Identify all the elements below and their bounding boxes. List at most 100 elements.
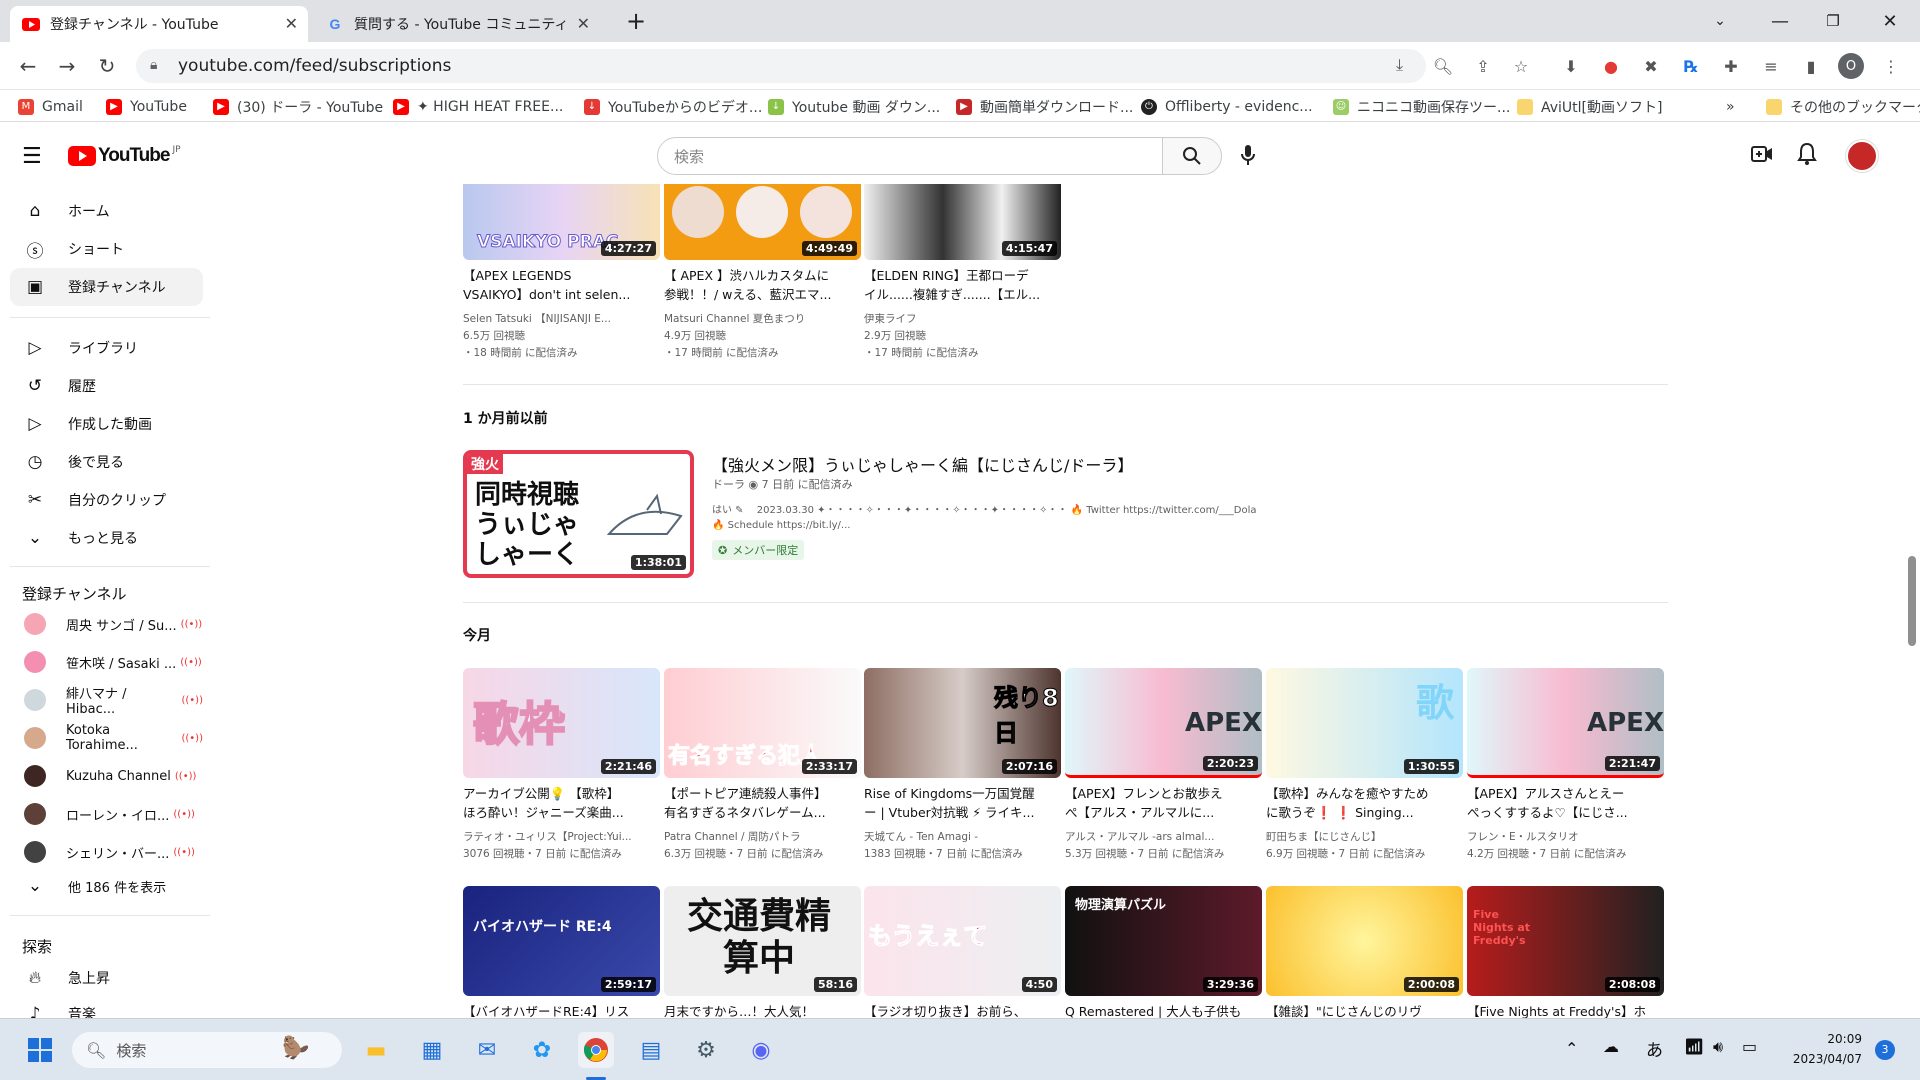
- video-thumbnail[interactable]: 物理演算パズル 3:29:36: [1065, 886, 1262, 996]
- channel-name[interactable]: 天城てん - Ten Amagi -: [864, 829, 1059, 846]
- sidebar-item-library[interactable]: ▷ ライブラリ: [10, 329, 203, 367]
- close-tab-icon[interactable]: ✕: [577, 14, 590, 33]
- channel-name[interactable]: ドーラ: [712, 478, 745, 491]
- menu-icon[interactable]: ⋮: [1878, 53, 1904, 79]
- settings-gear-icon[interactable]: ⚙: [688, 1032, 724, 1068]
- sidebar-item-music[interactable]: ♪ 音楽: [10, 995, 203, 1018]
- bookmark-gmail[interactable]: M Gmail: [18, 96, 83, 118]
- start-button[interactable]: [22, 1032, 58, 1068]
- video-thumbnail[interactable]: バイオハザード RE:4 2:59:17: [463, 886, 660, 996]
- new-tab-button[interactable]: +: [616, 6, 656, 36]
- hamburger-menu-icon[interactable]: ☰: [22, 144, 42, 169]
- channel-name[interactable]: アルス・アルマル -ars almal...: [1065, 829, 1260, 846]
- video-title[interactable]: 【ELDEN RING】王都ローデ イル......複雑すぎ.......【エル.…: [864, 266, 1059, 304]
- ime-indicator[interactable]: あ: [1646, 1036, 1663, 1061]
- bookmark-easy-download[interactable]: ▶ 動画簡単ダウンロード...: [956, 96, 1133, 118]
- create-video-icon[interactable]: [1751, 144, 1773, 168]
- video-title[interactable]: 【ラジオ切り抜き】お前ら、: [864, 1002, 1059, 1018]
- video-title[interactable]: 【歌枠】みんなを癒やすため に歌うぞ❗ ❗ Singing...: [1266, 784, 1461, 822]
- install-icon[interactable]: ⤓: [1396, 55, 1403, 75]
- rx-ext-icon[interactable]: ℞: [1678, 53, 1704, 79]
- address-bar[interactable]: 🔒︎ youtube.com/feed/subscriptions ⤓: [136, 49, 1426, 83]
- bookmark-dola[interactable]: ▶ (30) ドーラ - YouTube: [213, 96, 383, 118]
- x-ext-icon[interactable]: ✖: [1638, 53, 1664, 79]
- channel-name[interactable]: ラティオ・ユィリス【Project:Yui...: [463, 829, 658, 846]
- sidebar-item-history[interactable]: ↺ 履歴: [10, 367, 203, 405]
- chrome-icon[interactable]: [578, 1032, 614, 1068]
- forward-icon[interactable]: →: [53, 52, 81, 80]
- video-thumbnail[interactable]: 歌 1:30:55: [1266, 668, 1463, 778]
- sidebar-item-show-more[interactable]: ⌄ もっと見る: [10, 519, 203, 557]
- battery-icon[interactable]: ▭: [1742, 1037, 1757, 1056]
- discord-icon[interactable]: ◉: [743, 1032, 779, 1068]
- video-title[interactable]: 【APEX】アルスさんとえー ぺっくすするよ♡【にじさ...: [1467, 784, 1662, 822]
- mail-icon[interactable]: ✉: [469, 1032, 505, 1068]
- video-thumbnail[interactable]: 2:00:08: [1266, 886, 1463, 996]
- video-thumbnail[interactable]: 歌枠 2:21:46: [463, 668, 660, 778]
- video-title[interactable]: 【 APEX 】渋ハルカスタムに 参戦！！/ wえる、藍沢エマ...: [664, 266, 859, 304]
- volume-icon[interactable]: 🔊︎: [1713, 1037, 1723, 1057]
- profile-avatar[interactable]: O: [1838, 53, 1864, 79]
- video-thumbnail[interactable]: Five Nights at Freddy's 2:08:08: [1467, 886, 1664, 996]
- sidebar-item-watch-later[interactable]: ◷ 後で見る: [10, 443, 203, 481]
- store-icon[interactable]: ▦: [414, 1032, 450, 1068]
- video-title[interactable]: 【APEX LEGENDS VSAIKYO】don't int selen...: [463, 266, 658, 304]
- sidebar-channel[interactable]: ローレン・イロ... ((•)): [10, 797, 203, 831]
- sidebar-item-subscriptions[interactable]: ▣ 登録チャンネル: [10, 268, 203, 306]
- voice-search-icon[interactable]: [1239, 144, 1257, 171]
- video-title[interactable]: 【雑談】"にじさんじのリヴ: [1266, 1002, 1461, 1018]
- search-input[interactable]: 検索: [657, 137, 1163, 175]
- clock[interactable]: 20:09 2023/04/07: [1782, 1029, 1862, 1069]
- photos-icon[interactable]: ✿: [524, 1032, 560, 1068]
- minimize-button[interactable]: —: [1760, 6, 1800, 36]
- notifications-bell-icon[interactable]: [1797, 142, 1817, 170]
- sidebar-channel[interactable]: Kotoka Torahime... ((•)): [10, 721, 203, 755]
- bookmark-niconico[interactable]: ☺ ニコニコ動画保存ツー...: [1333, 96, 1510, 118]
- onedrive-icon[interactable]: ☁: [1603, 1037, 1619, 1056]
- notification-count-badge[interactable]: 3: [1875, 1040, 1895, 1060]
- bookmark-yt-download[interactable]: ↓ Youtube 動画 ダウン...: [768, 96, 940, 118]
- record-ext-icon[interactable]: ●: [1598, 53, 1624, 79]
- tab-search-icon[interactable]: ⌄: [1700, 6, 1740, 36]
- chevron-up-icon[interactable]: ⌃: [1565, 1039, 1578, 1058]
- video-thumbnail[interactable]: 4:49:49: [664, 184, 861, 260]
- sidebar-item-your-videos[interactable]: ▷ 作成した動画: [10, 405, 203, 443]
- reload-icon[interactable]: ↻: [93, 52, 121, 80]
- tab-community[interactable]: G 質問する - YouTube コミュニティ ✕: [314, 6, 600, 42]
- video-title[interactable]: アーカイブ公開💡 【歌枠】 ほろ酔い！ジャニーズ楽曲...: [463, 784, 658, 822]
- channel-name[interactable]: フレン・E・ルスタリオ: [1467, 829, 1662, 846]
- share-icon[interactable]: ⇪: [1470, 53, 1496, 79]
- channel-name[interactable]: 町田ちま【にじさんじ】: [1266, 829, 1461, 846]
- video-thumbnail[interactable]: APEX 2:21:47: [1467, 668, 1664, 778]
- bookmark-youtube[interactable]: ▶ YouTube: [106, 96, 187, 118]
- video-thumbnail[interactable]: 残り8日 2:07:16: [864, 668, 1061, 778]
- video-title[interactable]: Q Remastered | 大人も子供も: [1065, 1002, 1260, 1018]
- sidebar-item-shorts[interactable]: ⓢ ショート: [10, 230, 203, 268]
- sidebar-item-home[interactable]: ⌂ ホーム: [10, 192, 203, 230]
- sidebar-channel[interactable]: 周央 サンゴ / Su... ((•)): [10, 607, 203, 641]
- search-button[interactable]: [1162, 137, 1222, 175]
- extensions-icon[interactable]: ✚: [1718, 53, 1744, 79]
- bookmark-star-icon[interactable]: ☆: [1508, 53, 1534, 79]
- taskbar-search-box[interactable]: 🔍︎ 検索 🦫: [72, 1032, 342, 1068]
- sidebar-channel[interactable]: シェリン・バー... ((•)): [10, 835, 203, 869]
- video-thumbnail[interactable]: 有名すぎる犯人 2:33:17: [664, 668, 861, 778]
- reading-list-icon[interactable]: ≡: [1758, 53, 1784, 79]
- video-title[interactable]: 【APEX】フレンとお散歩え ぺ【アルス・アルマルに...: [1065, 784, 1260, 822]
- channel-name[interactable]: 伊東ライフ: [864, 311, 1059, 328]
- side-panel-icon[interactable]: ▮: [1798, 53, 1824, 79]
- close-tab-icon[interactable]: ✕: [285, 14, 298, 33]
- channel-name[interactable]: Selen Tatsuki 【NIJISANJI E...: [463, 311, 658, 328]
- wifi-icon[interactable]: 📶︎: [1684, 1037, 1704, 1056]
- channel-name[interactable]: Patra Channel / 周防パトラ: [664, 829, 859, 846]
- page-scrollbar-thumb[interactable]: [1908, 556, 1916, 646]
- bookmarks-overflow-button[interactable]: »: [1726, 96, 1735, 118]
- video-title[interactable]: 【バイオハザードRE:4】リス: [463, 1002, 658, 1018]
- show-more-channels[interactable]: ⌄ 他 186 件を表示: [10, 867, 203, 905]
- maximize-button[interactable]: ❐: [1813, 6, 1853, 36]
- zoom-icon[interactable]: 🔍︎: [1430, 53, 1456, 79]
- file-explorer-icon[interactable]: ▬: [358, 1032, 394, 1068]
- download-ext-icon[interactable]: ⬇: [1558, 53, 1584, 79]
- video-title[interactable]: Rise of Kingdoms一万国覚醒ー | Vtuber対抗戦 ⚡ ライキ…: [864, 784, 1059, 822]
- sidebar-channel[interactable]: 緋八マナ / Hibac... ((•)): [10, 683, 203, 717]
